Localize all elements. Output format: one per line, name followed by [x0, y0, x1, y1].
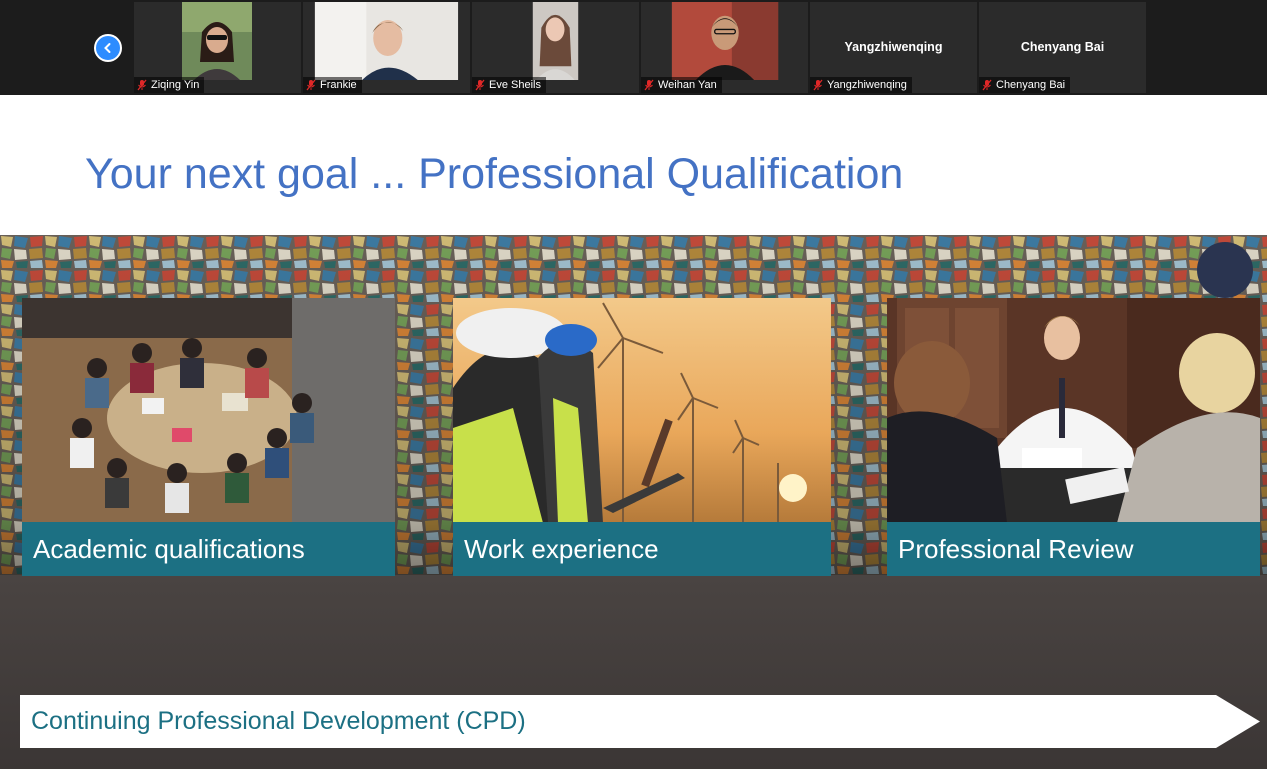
muted-mic-icon	[982, 79, 992, 91]
participant-name: Yangzhiwenqing	[827, 79, 907, 91]
participant-tile-chenyang-bai[interactable]: Chenyang Bai Chenyang Bai	[979, 2, 1146, 93]
participant-name-tag: Frankie	[303, 77, 362, 93]
previous-page-button[interactable]	[94, 34, 122, 62]
participant-video	[532, 2, 579, 80]
slide-header: Your next goal ... Professional Qualific…	[0, 95, 1267, 235]
participant-display-name: Chenyang Bai	[1020, 40, 1105, 54]
card-academic-qualifications: Academic qualifications	[22, 298, 395, 576]
participant-name-tag: Ziqing Yin	[134, 77, 205, 93]
muted-mic-icon	[475, 79, 485, 91]
participant-name-tag: Chenyang Bai	[979, 77, 1071, 93]
interview-meeting-photo	[887, 298, 1260, 523]
participant-tile-frankie[interactable]: Frankie	[303, 2, 470, 93]
muted-mic-icon	[644, 79, 654, 91]
participant-tile-ziqing-yin[interactable]: Ziqing Yin	[134, 2, 301, 93]
card-caption: Work experience	[453, 522, 831, 576]
chevron-left-icon	[104, 43, 111, 53]
participant-tile-weihan-yan[interactable]: Weihan Yan	[641, 2, 808, 93]
participant-tile-yangzhiwenqing[interactable]: Yangzhiwenqing Yangzhiwenqing	[810, 2, 977, 93]
engineers-wind-turbines-photo	[453, 298, 831, 523]
participant-display-name: Yangzhiwenqing	[844, 40, 943, 54]
slide-body: Academic qualifications Work experience …	[0, 235, 1267, 769]
card-work-experience: Work experience	[453, 298, 831, 576]
card-caption: Professional Review	[887, 522, 1260, 576]
students-studying-photo	[22, 298, 395, 523]
muted-mic-icon	[306, 79, 316, 91]
participant-name: Chenyang Bai	[996, 79, 1066, 91]
participant-name-tag: Eve Sheils	[472, 77, 546, 93]
participant-name-tag: Weihan Yan	[641, 77, 722, 93]
card-professional-review: Professional Review	[887, 298, 1260, 576]
card-caption: Academic qualifications	[22, 522, 395, 576]
participant-video	[314, 2, 459, 80]
participant-name: Eve Sheils	[489, 79, 541, 91]
participant-tile-eve-sheils[interactable]: Eve Sheils	[472, 2, 639, 93]
participant-strip: Ziqing Yin Frankie Eve Sheils Weihan Yan…	[0, 0, 1267, 95]
participant-name: Frankie	[320, 79, 357, 91]
participant-name-tag: Yangzhiwenqing	[810, 77, 912, 93]
participant-name: Ziqing Yin	[151, 79, 200, 91]
participant-video	[182, 2, 252, 80]
muted-mic-icon	[137, 79, 147, 91]
participant-name: Weihan Yan	[658, 79, 717, 91]
cpd-label: Continuing Professional Development (CPD…	[31, 707, 526, 735]
cpd-arrow: Continuing Professional Development (CPD…	[20, 695, 1260, 748]
participant-video	[671, 2, 779, 80]
slide-title: Your next goal ... Professional Qualific…	[85, 150, 904, 198]
muted-mic-icon	[813, 79, 823, 91]
